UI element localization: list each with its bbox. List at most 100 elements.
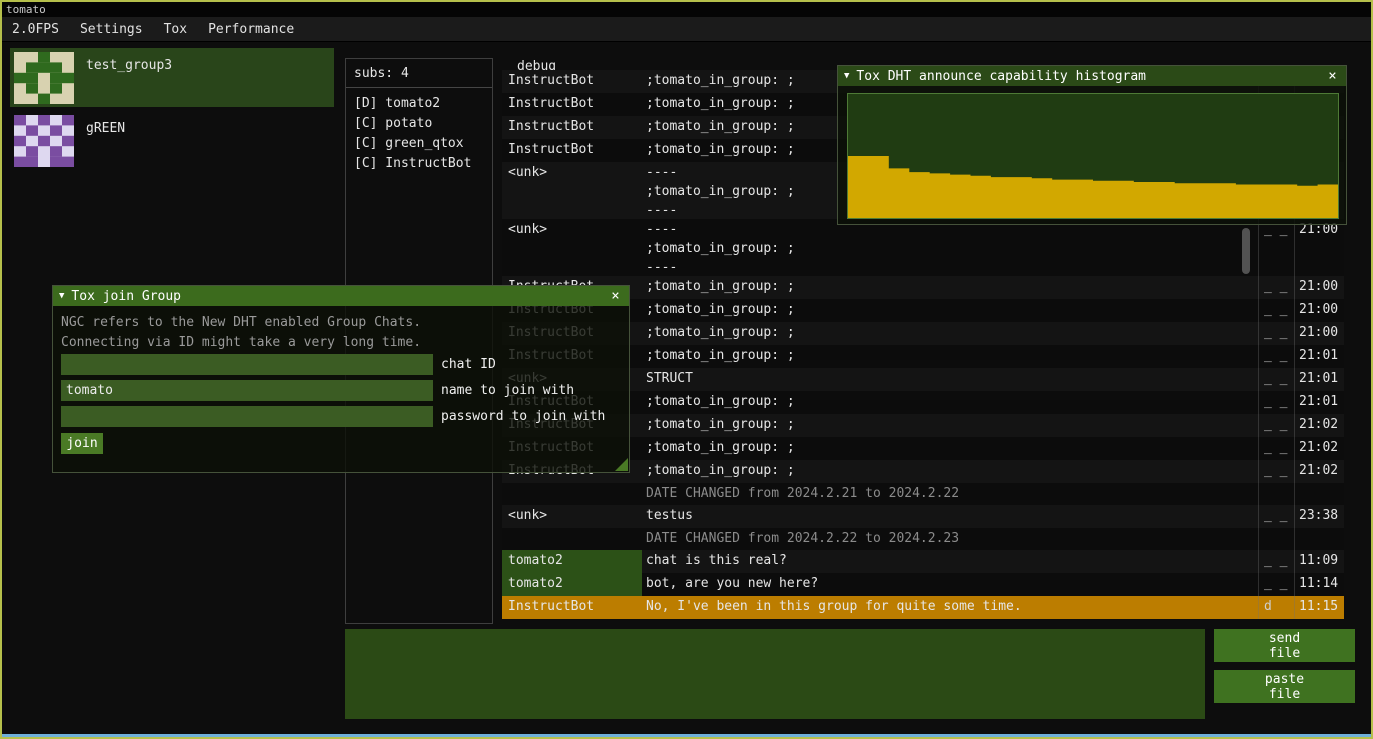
message-text: ---- — [646, 203, 677, 218]
join-description-line2: Connecting via ID might take a very long… — [61, 335, 421, 350]
paste-file-button[interactable]: paste file — [1214, 670, 1355, 703]
message-text: STRUCT — [646, 371, 693, 386]
histogram-plot — [847, 93, 1339, 219]
fps-counter: 2.0FPS — [12, 22, 59, 37]
sender-name: tomato2 — [508, 553, 563, 568]
message-text: ;tomato_in_group: ; — [646, 184, 795, 199]
message-text: ;tomato_in_group: ; — [646, 417, 795, 432]
message-time: 21:01 — [1299, 371, 1338, 386]
member-item[interactable]: [C] green_qtox — [354, 136, 464, 154]
message-status: _ _ — [1264, 463, 1287, 478]
members-header: subs: 4 — [354, 66, 409, 81]
date-change-text: DATE CHANGED from 2024.2.21 to 2024.2.22 — [646, 486, 959, 501]
message-time: 21:02 — [1299, 417, 1338, 432]
send-file-button-line2: file — [1269, 646, 1300, 661]
message-status: _ _ — [1264, 417, 1287, 432]
member-item[interactable]: [C] InstructBot — [354, 156, 471, 174]
message-time: 11:14 — [1299, 576, 1338, 591]
send-file-button-line1: send — [1269, 631, 1300, 646]
group-name: test_group3 — [86, 58, 172, 73]
message-text: ---- — [646, 165, 677, 180]
group-list: test_group3 gREEN — [2, 42, 342, 242]
sender-name: InstructBot — [508, 599, 594, 614]
message-time: 21:01 — [1299, 394, 1338, 409]
menu-performance[interactable]: Performance — [208, 22, 294, 37]
group-avatar — [14, 52, 74, 104]
join-password-label: password to join with — [441, 409, 605, 424]
message-text: ;tomato_in_group: ; — [646, 241, 795, 256]
message-status: _ _ — [1264, 371, 1287, 386]
sender-name: <unk> — [508, 508, 547, 523]
message-row[interactable]: tomato2bot, are you new here?_ _11:14 — [502, 573, 1344, 596]
histogram-window-titlebar[interactable]: ▼ Tox DHT announce capability histogram … — [838, 66, 1346, 86]
group-list-item-gREEN[interactable]: gREEN — [10, 111, 334, 170]
message-status: _ _ — [1264, 348, 1287, 363]
message-status: _ _ — [1264, 325, 1287, 340]
sender-name: <unk> — [508, 165, 547, 180]
member-item[interactable]: [D] tomato2 — [354, 96, 440, 114]
message-input[interactable] — [345, 629, 1205, 719]
paste-file-button-line2: file — [1269, 687, 1300, 702]
join-description-line1: NGC refers to the New DHT enabled Group … — [61, 315, 421, 330]
message-row[interactable]: tomato2chat is this real?_ _11:09 — [502, 550, 1344, 573]
group-name: gREEN — [86, 121, 125, 136]
message-text: bot, are you new here? — [646, 576, 818, 591]
menu-settings[interactable]: Settings — [80, 22, 143, 37]
message-text: ;tomato_in_group: ; — [646, 463, 795, 478]
date-change-row[interactable]: DATE CHANGED from 2024.2.22 to 2024.2.23 — [502, 528, 1344, 550]
message-status: d — [1264, 599, 1272, 614]
chat-id-input[interactable] — [61, 354, 433, 375]
message-text: ;tomato_in_group: ; — [646, 142, 795, 157]
collapse-arrow-icon[interactable]: ▼ — [844, 71, 849, 81]
message-status: _ _ — [1264, 302, 1287, 317]
window-title: tomato — [6, 3, 46, 16]
message-time: 23:38 — [1299, 508, 1338, 523]
collapse-arrow-icon[interactable]: ▼ — [59, 291, 64, 301]
sender-name: InstructBot — [508, 142, 594, 157]
message-time: 21:00 — [1299, 302, 1338, 317]
member-item[interactable]: [C] potato — [354, 116, 432, 134]
message-status: _ _ — [1264, 576, 1287, 591]
message-time: 21:02 — [1299, 463, 1338, 478]
message-status: _ _ — [1264, 440, 1287, 455]
join-name-input[interactable] — [61, 380, 433, 401]
send-file-button[interactable]: send file — [1214, 629, 1355, 662]
date-change-row[interactable]: DATE CHANGED from 2024.2.21 to 2024.2.22 — [502, 483, 1344, 505]
message-time: 21:00 — [1299, 279, 1338, 294]
histogram-window-body — [838, 86, 1346, 224]
message-status: _ _ — [1264, 279, 1287, 294]
resize-grip[interactable] — [615, 458, 628, 471]
chat-id-label: chat ID — [441, 357, 496, 372]
window-titlebar[interactable]: tomato — [2, 2, 1371, 17]
message-time: 21:00 — [1299, 325, 1338, 340]
join-window-titlebar[interactable]: ▼ Tox join Group × — [53, 286, 629, 306]
message-row[interactable]: <unk>----;tomato_in_group: ;----_ _21:00 — [502, 219, 1344, 276]
message-text: No, I've been in this group for quite so… — [646, 599, 1022, 614]
message-row[interactable]: InstructBot No, I've been in this group f… — [502, 596, 1344, 619]
message-text: testus — [646, 508, 693, 523]
message-time: 11:15 — [1299, 599, 1338, 614]
menu-bar: 2.0FPS Settings Tox Performance — [2, 17, 1371, 42]
message-status: _ _ — [1264, 553, 1287, 568]
join-window-body: NGC refers to the New DHT enabled Group … — [53, 306, 629, 472]
message-text: ;tomato_in_group: ; — [646, 348, 795, 363]
menu-tox[interactable]: Tox — [164, 22, 187, 37]
message-text: ;tomato_in_group: ; — [646, 119, 795, 134]
group-list-item-test_group3[interactable]: test_group3 — [10, 48, 334, 107]
message-text: ;tomato_in_group: ; — [646, 440, 795, 455]
close-icon[interactable]: × — [608, 288, 623, 304]
message-status: _ _ — [1264, 394, 1287, 409]
join-name-label: name to join with — [441, 383, 574, 398]
sender-name: InstructBot — [508, 119, 594, 134]
message-text: ---- — [646, 260, 677, 275]
message-text: ;tomato_in_group: ; — [646, 394, 795, 409]
join-button[interactable]: join — [61, 433, 103, 454]
join-group-window: ▼ Tox join Group × NGC refers to the New… — [52, 285, 630, 473]
join-window-title: Tox join Group — [71, 289, 608, 304]
close-icon[interactable]: × — [1325, 68, 1340, 84]
chat-scrollbar[interactable] — [1242, 228, 1250, 274]
separator — [346, 87, 492, 88]
message-text: ;tomato_in_group: ; — [646, 302, 795, 317]
join-password-input[interactable] — [61, 406, 433, 427]
message-row[interactable]: <unk>testus_ _23:38 — [502, 505, 1344, 528]
